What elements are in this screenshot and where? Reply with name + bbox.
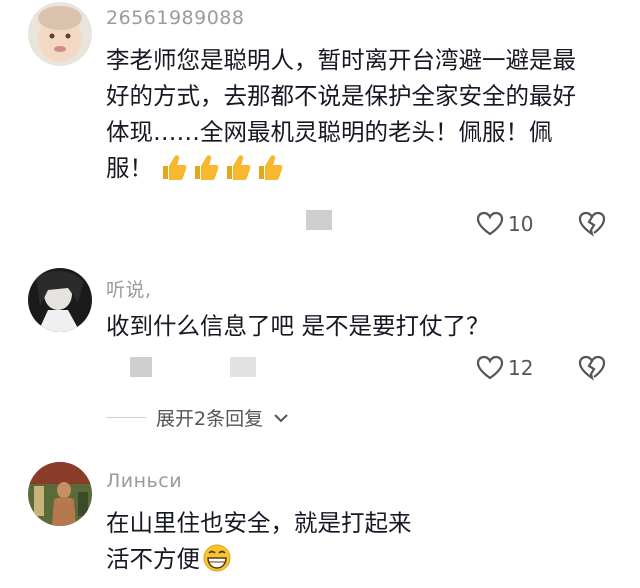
divider (106, 417, 146, 418)
thumbs-up-icon (259, 155, 283, 180)
dislike-button[interactable] (578, 210, 606, 242)
comment-line-1: 在山里住也安全，就是打起来 (106, 509, 412, 537)
comment-line-2-text: 活不方便 (106, 545, 200, 573)
dislike-button[interactable] (578, 354, 606, 386)
thumbs-up-emoji-group (159, 152, 285, 182)
broken-heart-icon (578, 355, 606, 381)
avatar[interactable] (28, 2, 92, 66)
grinning-face-icon (203, 544, 231, 572)
like-button[interactable]: 12 (476, 354, 533, 382)
broken-heart-icon (578, 211, 606, 237)
chevron-down-icon (274, 413, 288, 422)
username[interactable]: 26561989088 (106, 7, 244, 29)
like-count: 12 (508, 356, 534, 380)
expand-replies-label: 展开2条回复 (156, 408, 264, 430)
comment-line-2: 活不方便 (106, 541, 576, 577)
expand-replies-button[interactable]: 展开2条回复 (106, 404, 289, 431)
blurred-meta (130, 357, 152, 377)
username[interactable]: 听说, (106, 275, 152, 302)
thumbs-up-icon (227, 155, 251, 180)
avatar[interactable] (28, 462, 92, 526)
avatar[interactable] (28, 268, 92, 332)
thumbs-up-icon (163, 155, 187, 180)
heart-icon (476, 211, 504, 236)
heart-icon (476, 355, 504, 380)
username[interactable]: Линьси (106, 470, 182, 492)
comment-text: 李老师您是聪明人，暂时离开台湾避一避是最好的方式，去那都不说是保护全家安全的最好… (106, 42, 576, 186)
comment-text: 收到什么信息了吧 是不是要打仗了？ (106, 312, 490, 340)
blurred-meta (230, 357, 256, 377)
blurred-meta (306, 210, 332, 230)
like-button[interactable]: 10 (476, 210, 533, 238)
comment-text: 在山里住也安全，就是打起来 活不方便 (106, 505, 576, 577)
like-count: 10 (508, 212, 534, 236)
thumbs-up-icon (195, 155, 219, 180)
